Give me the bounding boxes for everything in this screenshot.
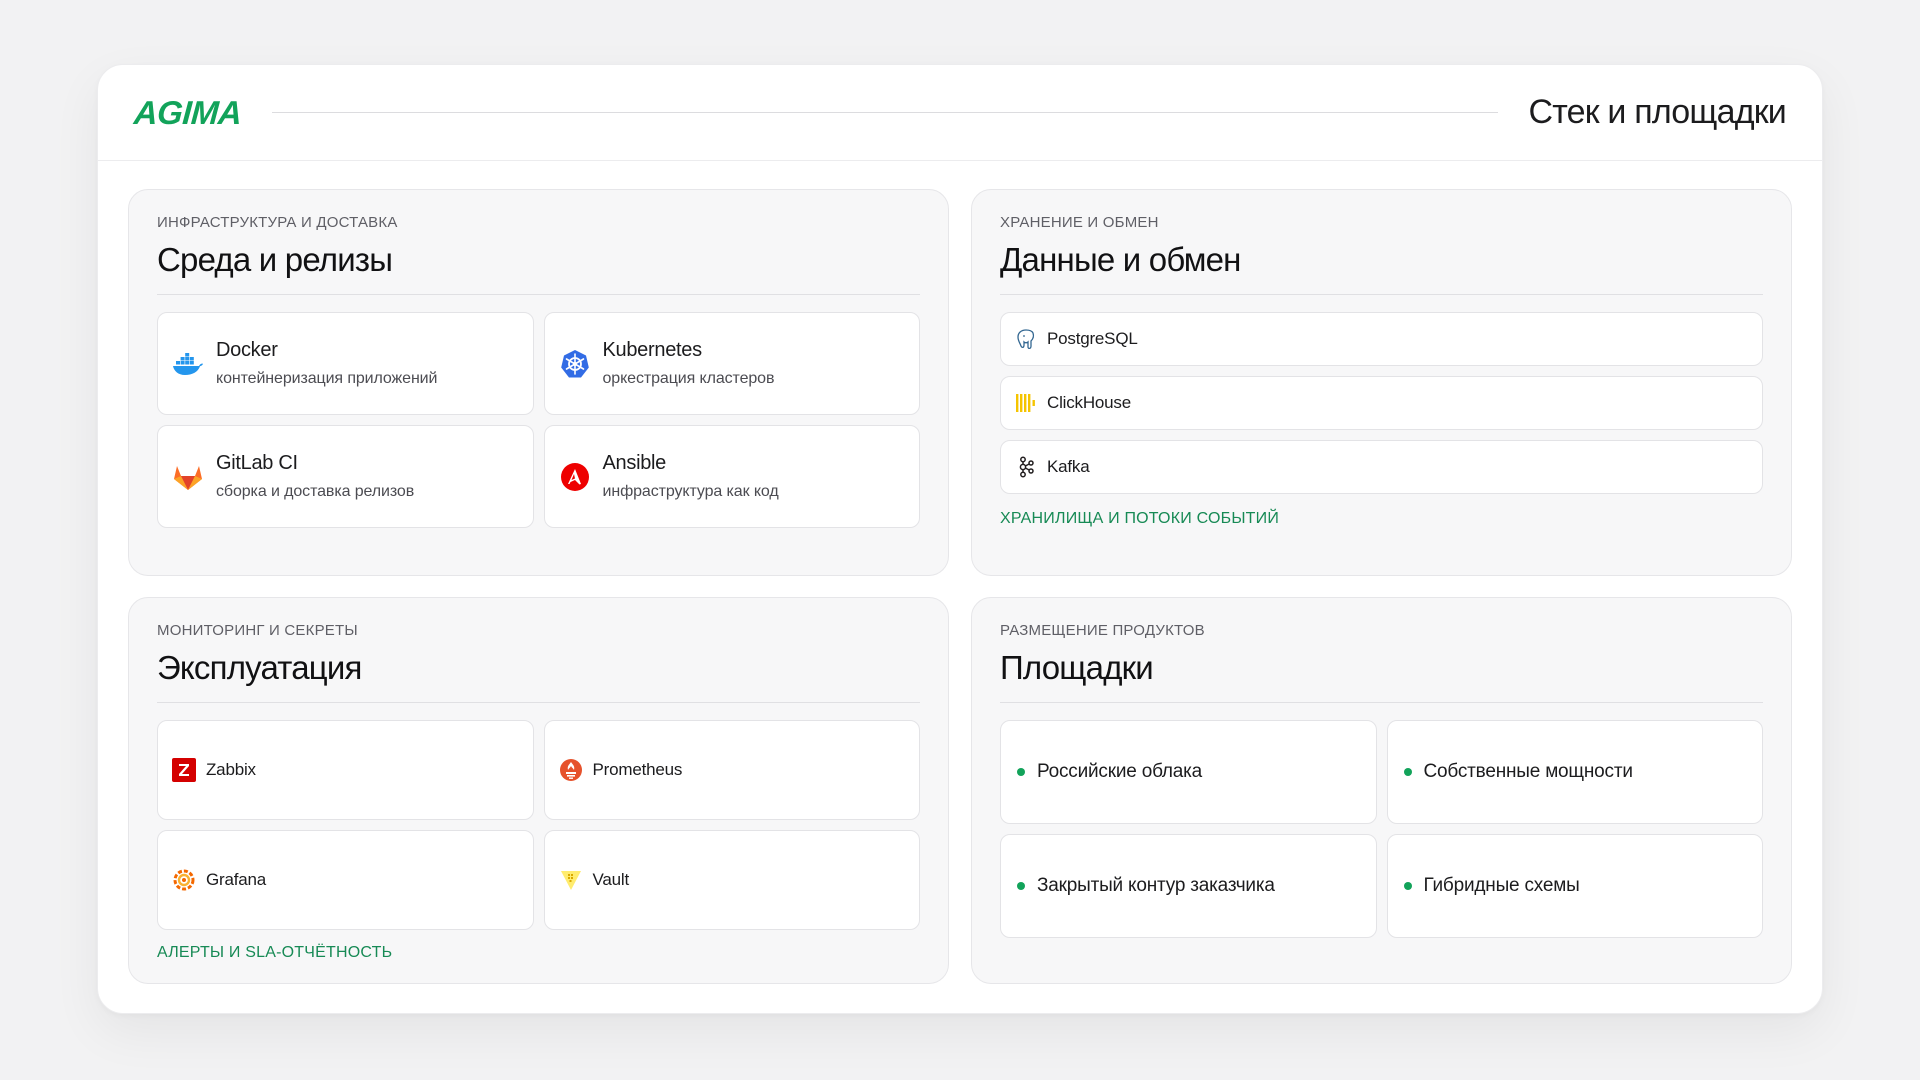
tile-label: Собственные мощности: [1423, 761, 1633, 782]
agima-logo[interactable]: AGIMA: [133, 94, 243, 132]
panel-title: Среда и релизы: [157, 241, 393, 278]
panel-eyebrow: Размещение продуктов: [1000, 622, 1205, 639]
clickhouse-icon: [1015, 392, 1037, 414]
postgresql-icon: [1015, 328, 1037, 350]
panel-title: Эксплуатация: [157, 649, 362, 686]
tool-tiles: Docker контейнеризация приложений Kubern…: [157, 312, 920, 528]
panel-title: Данные и обмен: [1000, 241, 1241, 278]
bullet-dot: [1403, 882, 1412, 890]
row-label: Kafka: [1047, 457, 1090, 476]
tile-docker[interactable]: Docker контейнеризация приложений: [157, 312, 534, 415]
hosting-tiles: Российские облака Собственные мощности З…: [1000, 720, 1763, 938]
tile-label: Гибридные схемы: [1423, 875, 1580, 896]
tile-description: сборка и доставка релизов: [216, 483, 415, 500]
tile-label: Российские облака: [1037, 761, 1203, 782]
tile-vault[interactable]: Vault: [543, 830, 920, 930]
tile-description: инфраструктура как код: [602, 483, 779, 500]
panel-eyebrow: Хранение и обмен: [1000, 214, 1159, 231]
panels-grid: Инфраструктура и доставка Среда и релизы: [128, 189, 1792, 984]
docker-icon: [172, 348, 204, 380]
row-clickhouse[interactable]: ClickHouse: [1000, 376, 1763, 430]
prometheus-icon: [559, 758, 583, 782]
panel-eyebrow: Инфраструктура и доставка: [157, 214, 398, 231]
tile-description: оркестрация кластеров: [602, 370, 775, 387]
grafana-icon: [172, 868, 196, 892]
tile-grafana[interactable]: Grafana: [157, 830, 534, 930]
page-title: Стек и площадки: [1528, 93, 1786, 131]
tile-ansible[interactable]: Ansible инфраструктура как код: [543, 425, 920, 528]
tile-label: Prometheus: [592, 760, 683, 779]
tile-name: GitLab CI: [216, 452, 298, 474]
tile-label: Zabbix: [206, 760, 256, 779]
panel-infrastructure: Инфраструктура и доставка Среда и релизы: [128, 189, 949, 576]
tile-label: Vault: [592, 870, 630, 889]
tile-zabbix[interactable]: Zabbix: [157, 720, 534, 820]
panel-divider: [157, 294, 920, 295]
tile-name: Kubernetes: [602, 339, 703, 361]
tile-gitlab[interactable]: GitLab CI сборка и доставка релизов: [157, 425, 534, 528]
tile-prometheus[interactable]: Prometheus: [543, 720, 920, 820]
header: AGIMA Стек и площадки: [98, 65, 1822, 161]
panel-title: Площадки: [1000, 649, 1154, 686]
tile-hybrid[interactable]: Гибридные схемы: [1386, 834, 1763, 938]
data-footer-link[interactable]: Хранилища и потоки событий: [1000, 510, 1763, 528]
bullet-dot: [1017, 768, 1025, 776]
header-divider: [271, 112, 1499, 113]
bullet-dot: [1403, 768, 1412, 776]
stack-frame: AGIMA Стек и площадки Инфраструктура и д…: [97, 64, 1823, 1014]
bullet-dot: [1017, 882, 1025, 890]
panel-hosting: Размещение продуктов Площадки Российские…: [971, 597, 1792, 984]
ops-tiles: Zabbix Prometheus Grafana Vault: [157, 720, 920, 930]
tile-name: Ansible: [602, 452, 667, 474]
kafka-icon: [1015, 456, 1037, 478]
zabbix-icon: [172, 758, 196, 782]
tile-label: Grafana: [206, 870, 267, 889]
kubernetes-icon: [559, 348, 591, 380]
row-kafka[interactable]: Kafka: [1000, 440, 1763, 494]
data-list: PostgreSQL ClickHouse Kafka: [1000, 312, 1763, 494]
row-postgresql[interactable]: PostgreSQL: [1000, 312, 1763, 366]
tile-name: Docker: [216, 339, 278, 361]
vault-icon: [559, 868, 583, 892]
tile-kubernetes[interactable]: Kubernetes оркестрация кластеров: [543, 312, 920, 415]
tile-description: контейнеризация приложений: [216, 370, 438, 387]
tile-closed-perimeter[interactable]: Закрытый контур заказчика: [1000, 834, 1377, 938]
ops-footer-link[interactable]: Алерты и SLA-отчётность: [157, 944, 920, 962]
gitlab-icon: [172, 461, 204, 493]
panel-divider: [1000, 294, 1763, 295]
panel-data: Хранение и обмен Данные и обмен PostgreS…: [971, 189, 1792, 576]
panel-eyebrow: Мониторинг и секреты: [157, 622, 358, 639]
panel-divider: [157, 702, 920, 703]
panel-divider: [1000, 702, 1763, 703]
tile-russian-clouds[interactable]: Российские облака: [1000, 720, 1377, 824]
row-label: PostgreSQL: [1047, 329, 1138, 348]
row-label: ClickHouse: [1047, 393, 1131, 412]
tile-own-capacity[interactable]: Собственные мощности: [1386, 720, 1763, 824]
ansible-icon: [559, 461, 591, 493]
panel-operations: Мониторинг и секреты Эксплуатация Zabbix: [128, 597, 949, 984]
tile-label: Закрытый контур заказчика: [1037, 875, 1275, 896]
